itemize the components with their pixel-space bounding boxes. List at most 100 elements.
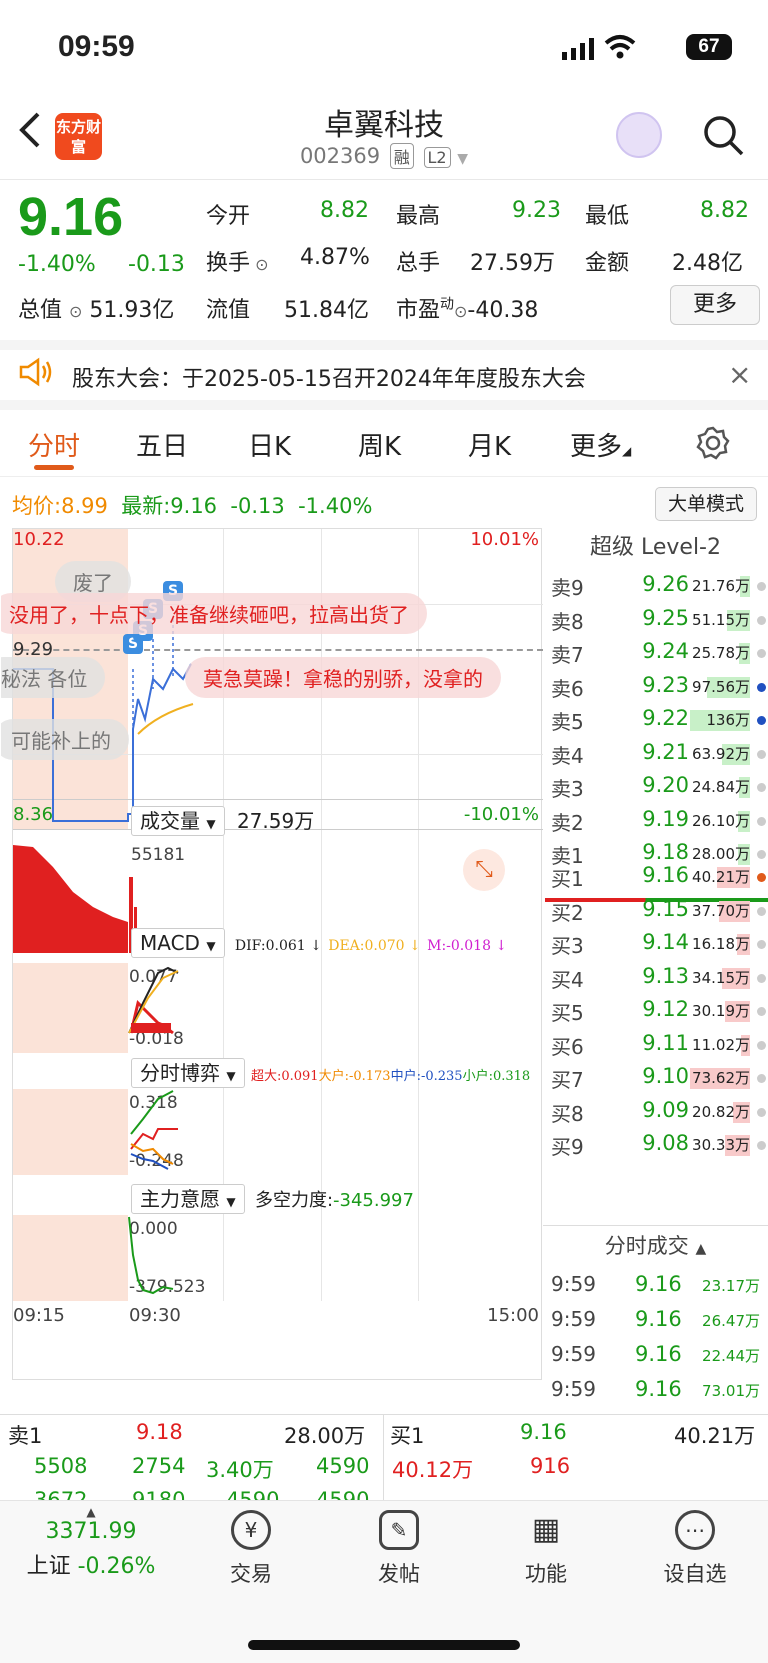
orderbook-row[interactable]: 卖9 9.26 21.76万: [543, 568, 768, 603]
tab-trade[interactable]: ¥ 交易: [196, 1510, 306, 1588]
danmaku-comment[interactable]: 可能补上的: [1, 719, 129, 760]
pe-label[interactable]: 市盈动⊙-40.38: [396, 292, 538, 324]
orderbook-row[interactable]: 卖8 9.25 51.15万: [543, 602, 768, 637]
status-dot-icon: [757, 906, 766, 916]
tick-row: 9:59 9.16 23.17万: [543, 1268, 768, 1304]
game-dropdown[interactable]: 分时博弈 ▼: [131, 1058, 245, 1088]
tab-more[interactable]: 更多◢: [570, 426, 631, 463]
level2-tag: L2: [423, 147, 451, 168]
tab-daily-k[interactable]: 日K: [248, 426, 291, 463]
tick-time: 9:59: [551, 1342, 596, 1366]
tab-post[interactable]: ✎ 发帖: [344, 1510, 454, 1588]
orderbook-price: 9.23: [642, 672, 689, 697]
orderbook-row[interactable]: 卖6 9.23 97.56万: [543, 669, 768, 704]
danmaku-comment[interactable]: 秘法 各位: [1, 657, 106, 698]
game-chart: [130, 1090, 178, 1170]
status-dot-icon: [757, 850, 766, 859]
notice-close-icon[interactable]: ×: [728, 358, 751, 391]
index-value: 3371.99: [45, 1519, 137, 1544]
orderbook-row[interactable]: 买1 9.16 40.21万: [543, 859, 768, 894]
assistant-avatar[interactable]: [616, 112, 662, 158]
tick-volume: 22.44万: [702, 1347, 760, 1365]
orderbook-label: 买6: [551, 1034, 584, 1059]
low-label: 最低: [585, 204, 630, 229]
status-dot-icon: [757, 649, 766, 658]
orderbook-volume: 24.84万: [692, 778, 750, 796]
orderbook-price: 9.24: [642, 639, 689, 663]
orderbook-row[interactable]: 买6 9.11 11.02万: [543, 1027, 768, 1062]
order-book[interactable]: 超级 Level-2 卖9 9.26 21.76万 卖8 9.25 51.15万 卖7 9.2…: [543, 528, 768, 1401]
orderbook-row[interactable]: 卖2 9.19 26.10万: [543, 803, 768, 838]
orderbook-row[interactable]: 买8 9.09 20.82万: [543, 1094, 768, 1129]
orderbook-volume: 16.18万: [692, 935, 750, 953]
tab-intraday[interactable]: 分时: [28, 426, 80, 463]
orderbook-row[interactable]: 买5 9.12 30.19万: [543, 993, 768, 1028]
expand-icon[interactable]: ⤡: [463, 849, 505, 891]
tab-five-day[interactable]: 五日: [136, 426, 188, 463]
chart-tabs: 分时 五日 日K 周K 月K 更多◢: [0, 412, 768, 477]
will-chart: [128, 1216, 174, 1295]
bottom-sell-label: 卖1: [8, 1424, 43, 1448]
bottom-cell: 4590: [316, 1454, 370, 1478]
orderbook-label: 卖8: [551, 609, 584, 634]
bottom-sell-vol: 28.00万: [284, 1424, 366, 1448]
index-widget[interactable]: ▲ 3371.99 上证 -0.26%: [16, 1505, 166, 1580]
orderbook-row[interactable]: 买3 9.14 16.18万: [543, 926, 768, 961]
orderbook-label: 卖4: [551, 743, 584, 768]
status-dot-icon: [757, 1007, 766, 1016]
ticks-title[interactable]: 分时成交 ▲: [543, 1230, 768, 1260]
orderbook-row[interactable]: 卖3 9.20 24.84万: [543, 769, 768, 804]
tab-monthly-k[interactable]: 月K: [468, 426, 511, 463]
turnover-label[interactable]: 换手 ⊙: [206, 245, 269, 277]
orderbook-row[interactable]: 买2 9.15 37.70万: [543, 893, 768, 928]
high-value: 9.23: [512, 198, 561, 223]
tab-functions[interactable]: ▦ 功能: [491, 1510, 601, 1588]
tick-time: 9:59: [551, 1377, 596, 1401]
orderbook-row[interactable]: 买9 9.08 30.33万: [543, 1127, 768, 1162]
orderbook-label: 卖2: [551, 810, 584, 835]
orderbook-row[interactable]: 卖4 9.21 63.92万: [543, 736, 768, 771]
big-order-mode-button[interactable]: 大单模式: [655, 487, 757, 521]
will-dropdown[interactable]: 主力意愿 ▼: [131, 1184, 245, 1214]
orderbook-volume: 11.02万: [692, 1035, 750, 1054]
orderbook-row[interactable]: 买7 9.10 73.62万: [543, 1060, 768, 1095]
tab-add-watchlist[interactable]: ⋯ 设自选: [640, 1510, 750, 1588]
orderbook-label: 买4: [551, 967, 584, 992]
orderbook-price: 9.21: [642, 739, 689, 764]
orderbook-volume: 30.33万: [692, 1136, 750, 1154]
settings-icon[interactable]: [696, 426, 730, 464]
notice-bar[interactable]: 股东大会：于2025-05-15召开2024年年度股东大会: [0, 340, 768, 410]
orderbook-row[interactable]: 卖7 9.24 25.78万: [543, 635, 768, 670]
orderbook-price: 9.26: [642, 572, 689, 596]
macd-dropdown[interactable]: MACD ▼: [131, 928, 225, 958]
power-label: 多空力度:: [254, 1190, 334, 1211]
status-dot-icon: [757, 615, 766, 625]
danmaku-comment[interactable]: 没用了，十点下，准备继续砸吧，拉高出货了: [1, 593, 427, 634]
pe-value: -40.38: [467, 298, 539, 323]
high-label: 最高: [396, 204, 441, 229]
orderbook-label: 买3: [551, 934, 584, 958]
orderbook-label: 卖5: [551, 710, 584, 734]
trade-icon: ¥: [231, 1510, 271, 1550]
orderbook-volume: 30.19万: [692, 1002, 750, 1020]
small-value: 小户:0.318: [462, 1069, 531, 1084]
mcap-label: 总值 ⊙ 51.93亿: [18, 298, 175, 323]
orderbook-volume: 136万: [706, 711, 750, 729]
orderbook-label: 卖6: [551, 676, 584, 701]
tab-weekly-k[interactable]: 周K: [358, 426, 401, 463]
more-button[interactable]: 更多: [670, 285, 760, 325]
intraday-chart[interactable]: 10.22 10.01% 9.29 8.36 -10.01% S S S S 废…: [1, 528, 543, 1380]
orderbook-row[interactable]: 买4 9.13 34.15万: [543, 960, 768, 995]
orderbook-price: 9.25: [642, 605, 689, 630]
danmaku-comment[interactable]: 莫急莫躁！拿稳的别骄，没拿的: [185, 657, 501, 698]
mcap-value: 51.93亿: [89, 298, 175, 323]
tick-row: 9:59 9.16 26.47万: [543, 1303, 768, 1339]
tick-volume: 26.47万: [702, 1312, 760, 1330]
orderbook-row[interactable]: 卖5 9.22 136万: [543, 702, 768, 737]
orderbook-volume: 26.10万: [692, 811, 750, 830]
status-dot-icon: [757, 873, 766, 882]
orderbook-volume: 25.78万: [692, 644, 750, 662]
tick-row: 9:59 9.16 22.44万: [543, 1338, 768, 1374]
volume-dropdown[interactable]: 成交量 ▼: [131, 806, 225, 836]
search-icon[interactable]: [702, 114, 744, 160]
